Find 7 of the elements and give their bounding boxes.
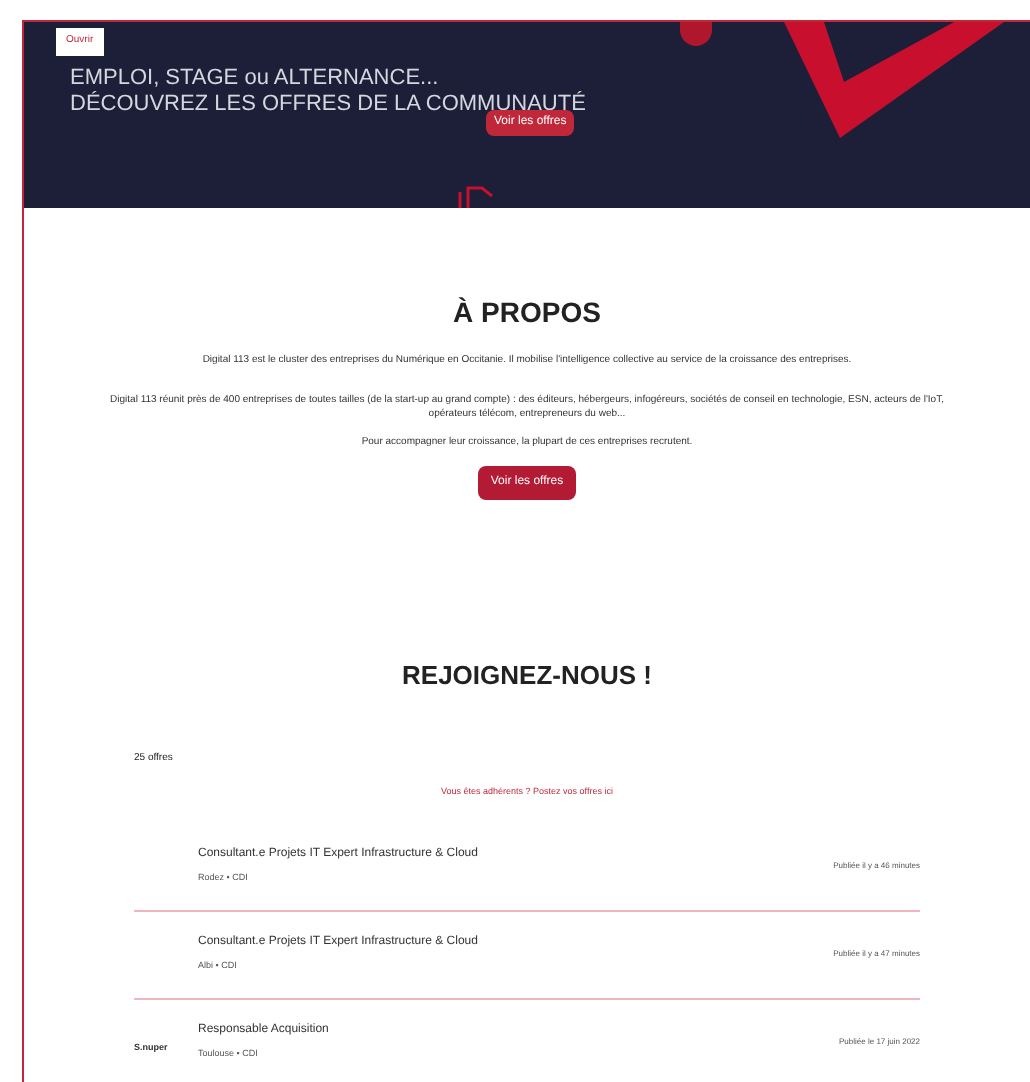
dot-shape-icon: [680, 22, 712, 46]
section-heading: À PROPOS: [453, 294, 601, 332]
section-heading: REJOIGNEZ-NOUS !: [402, 658, 652, 694]
chevron-shape-icon: [784, 22, 1004, 142]
logo-icon: [458, 186, 494, 208]
hero-title: EMPLOI, STAGE ou ALTERNANCE...: [70, 66, 441, 91]
hero-title: DÉCOUVREZ LES OFFRES DE LA COMMUNAUTÉ: [70, 92, 588, 116]
